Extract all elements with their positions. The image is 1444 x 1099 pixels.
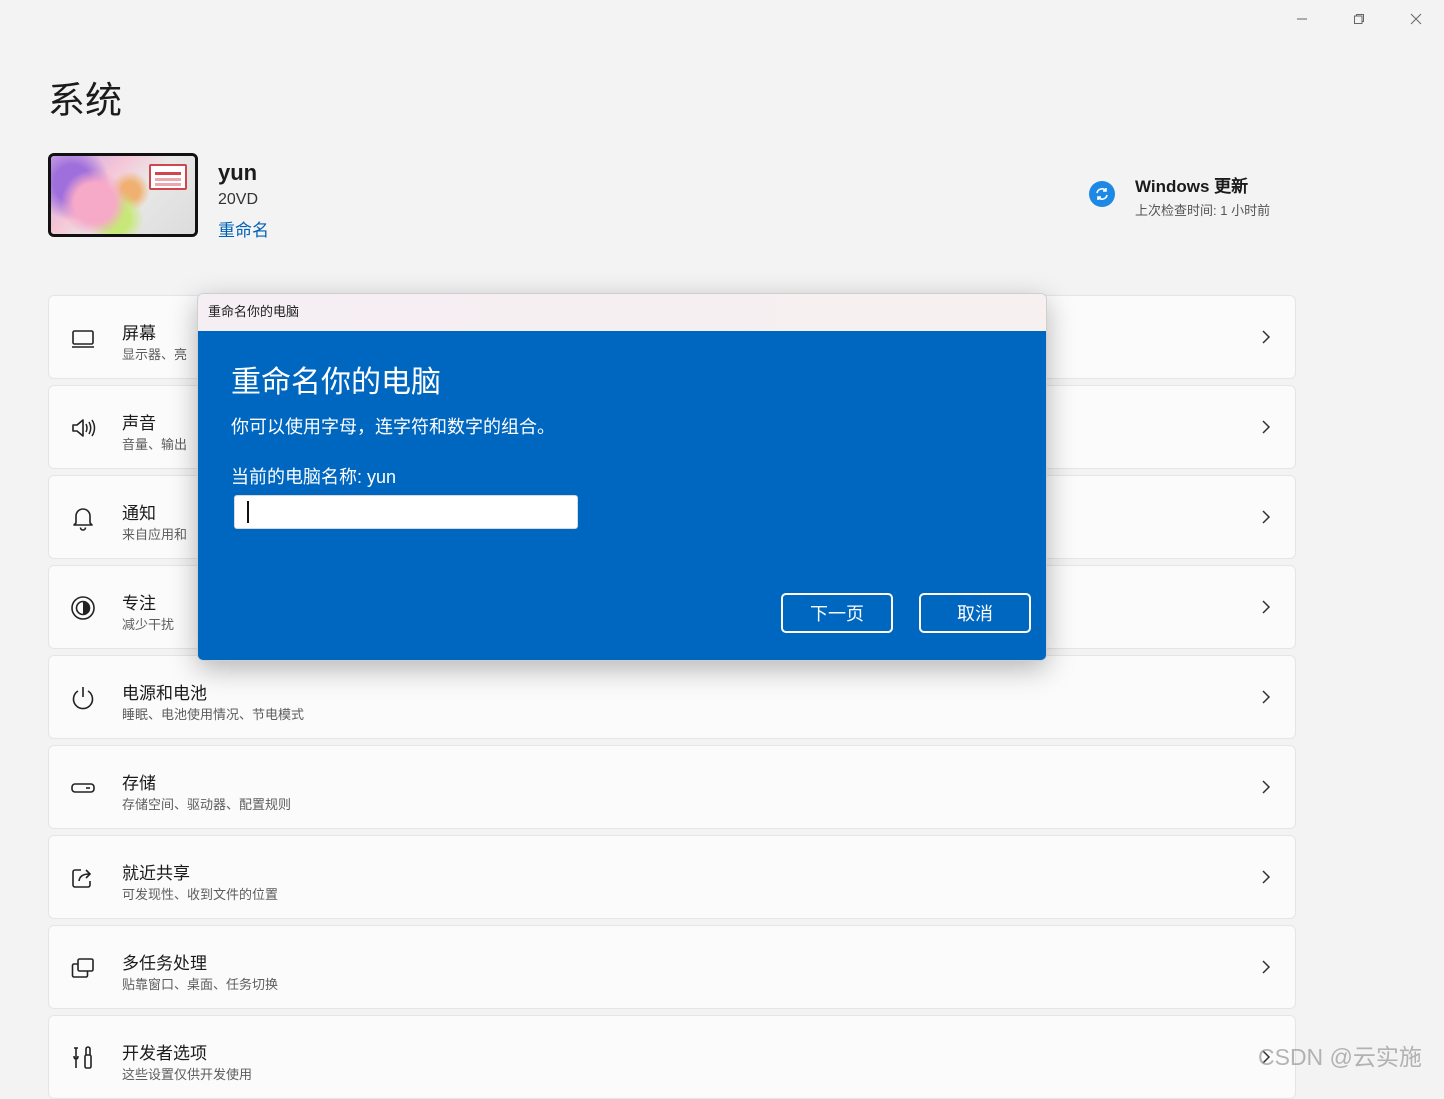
- device-thumbnail: [48, 153, 198, 237]
- settings-item-desc: 显示器、亮: [122, 347, 188, 362]
- windows-update-title[interactable]: Windows 更新: [1135, 172, 1248, 197]
- chevron-right-icon: [1262, 780, 1271, 794]
- windows-update-status: 上次检查时间: 1 小时前: [1135, 203, 1271, 218]
- dialog-title-bar: 重命名你的电脑: [198, 294, 1046, 331]
- close-button[interactable]: [1387, 0, 1444, 38]
- settings-item-desc: 睡眠、电池使用情况、节电模式: [122, 707, 305, 722]
- current-pc-name: 当前的电脑名称: yun: [231, 467, 397, 487]
- settings-item-desc: 可发现性、收到文件的位置: [122, 887, 279, 902]
- share-icon: [69, 864, 99, 894]
- minimize-icon: [1296, 18, 1307, 20]
- settings-item-title: 多任务处理: [122, 954, 207, 973]
- settings-item-title: 电源和电池: [122, 684, 207, 703]
- dialog-heading: 重命名你的电脑: [231, 366, 441, 399]
- restore-button[interactable]: [1330, 0, 1387, 38]
- settings-item-desc: 来自应用和: [122, 527, 188, 542]
- wallpaper-window-graphic: [149, 164, 187, 190]
- bell-icon: [69, 504, 99, 534]
- developer-icon: [69, 1044, 99, 1074]
- settings-item-title: 声音: [122, 414, 156, 433]
- page-title: 系统: [48, 80, 122, 121]
- dialog-body: 重命名你的电脑 你可以使用字母，连字符和数字的组合。 当前的电脑名称: yun …: [198, 331, 1046, 660]
- restore-icon: [1353, 14, 1364, 24]
- settings-item-multitasking[interactable]: 多任务处理 贴靠窗口、桌面、任务切换: [48, 925, 1296, 1009]
- chevron-right-icon: [1262, 420, 1271, 434]
- text-caret: [247, 501, 249, 523]
- device-name: yun: [218, 160, 258, 185]
- watermark: CSDN @云实施: [1258, 1044, 1422, 1070]
- settings-item-title: 开发者选项: [122, 1044, 207, 1063]
- chevron-right-icon: [1262, 600, 1271, 614]
- settings-item-title: 通知: [122, 504, 156, 523]
- window-controls: [1273, 0, 1444, 38]
- settings-item-desc: 贴靠窗口、桌面、任务切换: [122, 977, 279, 992]
- minimize-button[interactable]: [1273, 0, 1330, 38]
- rename-dialog: 重命名你的电脑 重命名你的电脑 你可以使用字母，连字符和数字的组合。 当前的电脑…: [197, 293, 1047, 661]
- settings-item-storage[interactable]: 存储 存储空间、驱动器、配置规则: [48, 745, 1296, 829]
- power-icon: [69, 684, 99, 714]
- rename-link[interactable]: 重命名: [218, 216, 269, 241]
- chevron-right-icon: [1262, 330, 1271, 344]
- device-model: 20VD: [218, 191, 259, 208]
- chevron-right-icon: [1262, 870, 1271, 884]
- dialog-description: 你可以使用字母，连字符和数字的组合。: [231, 417, 555, 437]
- settings-item-title: 屏幕: [122, 324, 156, 343]
- storage-icon: [69, 774, 99, 804]
- chevron-right-icon: [1262, 690, 1271, 704]
- chevron-right-icon: [1262, 510, 1271, 524]
- settings-item-nearby-sharing[interactable]: 就近共享 可发现性、收到文件的位置: [48, 835, 1296, 919]
- new-pc-name-input[interactable]: [234, 495, 578, 529]
- focus-icon: [69, 594, 99, 624]
- settings-item-desc: 音量、输出: [122, 437, 188, 452]
- close-icon: [1410, 13, 1421, 25]
- settings-item-title: 就近共享: [122, 864, 190, 883]
- speaker-icon: [69, 414, 99, 444]
- settings-item-desc: 减少干扰: [122, 617, 175, 632]
- sync-icon[interactable]: [1089, 181, 1115, 207]
- settings-item-desc: 存储空间、驱动器、配置规则: [122, 797, 292, 812]
- multitask-icon: [69, 954, 99, 984]
- monitor-icon: [69, 324, 99, 354]
- settings-item-title: 专注: [122, 594, 156, 613]
- settings-item-desc: 这些设置仅供开发使用: [122, 1067, 253, 1082]
- settings-item-title: 存储: [122, 774, 156, 793]
- chevron-right-icon: [1262, 960, 1271, 974]
- cancel-button[interactable]: 取消: [919, 593, 1031, 633]
- settings-item-developer[interactable]: 开发者选项 这些设置仅供开发使用: [48, 1015, 1296, 1099]
- settings-item-power[interactable]: 电源和电池 睡眠、电池使用情况、节电模式: [48, 655, 1296, 739]
- next-button[interactable]: 下一页: [781, 593, 893, 633]
